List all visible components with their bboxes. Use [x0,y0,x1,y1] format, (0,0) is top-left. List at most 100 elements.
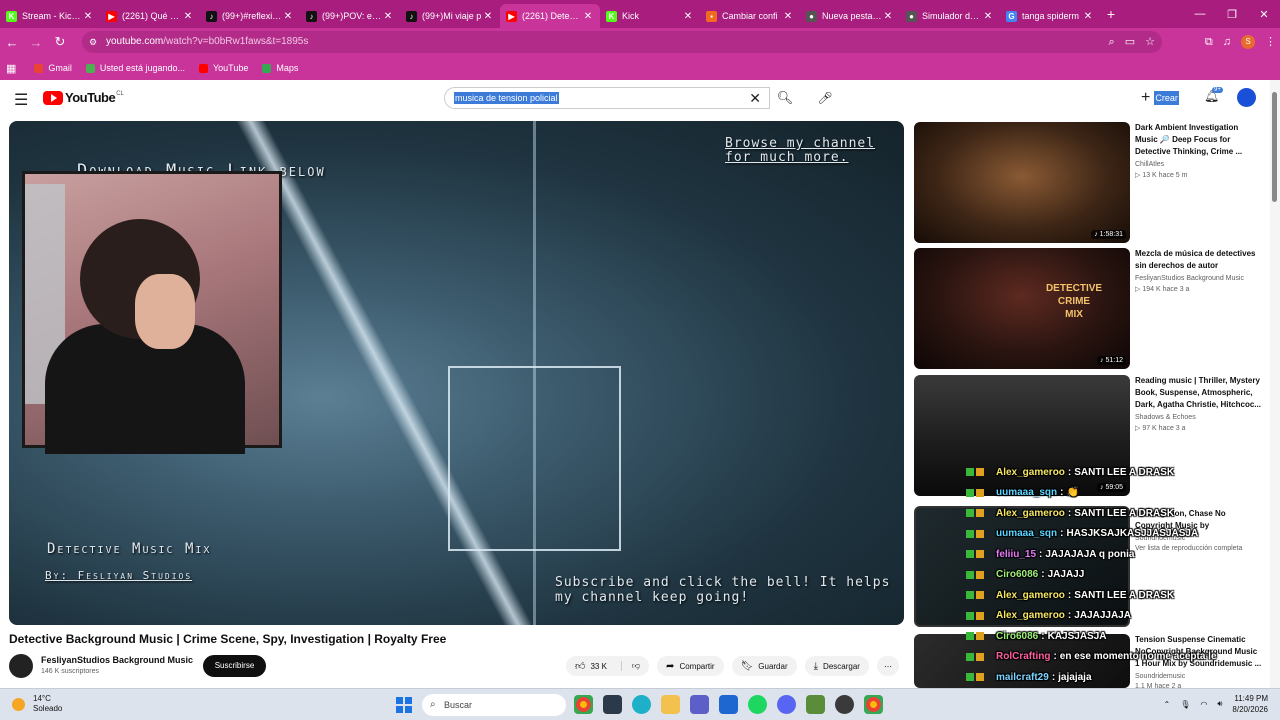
new-tab-icon[interactable]: + [1100,6,1122,22]
notifications-bell-icon[interactable]: 🔔︎ 9+ [1204,87,1223,103]
browser-tab[interactable]: ● Simulador de L ✕ [900,4,1000,28]
subscribe-button[interactable]: Suscribirse [203,655,266,677]
bookmark-star-icon[interactable]: ☆ [1145,31,1155,53]
microphone-icon[interactable]: 🎤︎ [814,87,836,109]
rec-info: Dark Ambient Investigation Music 🔎 Deep … [1135,122,1263,179]
rec-thumbnail[interactable]: DETECTIVE CRIME MIX ♪ 51:12 [914,248,1130,369]
chrome-profile-icon[interactable] [864,695,883,714]
tray-overflow-icon[interactable]: ⌃ [1164,700,1171,709]
tab-close-icon[interactable]: ✕ [82,11,94,22]
more-actions-icon[interactable]: ⋯ [876,656,899,676]
browser-tab[interactable]: ♪ (99+)Mi viaje p ✕ [400,4,500,28]
volume-icon[interactable]: 🔊︎ [1217,699,1222,709]
search-input[interactable]: musica de tension policial ✕ [444,87,770,109]
rec-channel[interactable]: ChillAtles [1135,161,1263,168]
search-button-icon[interactable]: 🔍︎ [770,87,800,109]
bookmark-item[interactable]: Gmail [34,63,72,73]
chat-text: HASJKSAJKASJJASJASJA [1066,528,1199,540]
minimize-icon[interactable]: — [1184,8,1216,20]
file-explorer-icon[interactable] [661,695,680,714]
bookmark-item[interactable]: Maps [262,63,298,73]
tab-close-icon[interactable]: ✕ [182,11,194,22]
browser-tab[interactable]: ♪ (99+)POV: entr ✕ [300,4,400,28]
taskbar-search-input[interactable]: ⌕ Buscar [422,694,566,716]
teams-icon[interactable] [690,695,709,714]
tab-close-icon[interactable]: ✕ [782,11,794,22]
subscriber-count: 146 K suscriptores [41,668,99,675]
extensions-icon[interactable]: ⧉ [1205,31,1213,53]
browser-tab[interactable]: Gtanga spiderm ✕ [1000,4,1100,28]
back-icon[interactable]: ← [0,35,24,50]
system-clock[interactable]: 11:49 PM 8/20/2026 [1232,693,1268,715]
steam-icon[interactable] [835,695,854,714]
profile-avatar[interactable]: S [1241,35,1255,49]
bookmark-item[interactable]: Usted está jugando... [85,63,185,73]
tab-title: Stream - Kick D [22,11,82,21]
windows-start-icon[interactable] [396,697,412,713]
mic-tray-icon[interactable]: 🎙︎ [1180,700,1190,709]
spotify-icon[interactable] [748,695,767,714]
browser-tab[interactable]: K Kick ✕ [600,4,700,28]
wifi-icon[interactable]: ◠ [1200,700,1207,709]
channel-avatar[interactable] [9,654,33,678]
edge-icon[interactable] [632,695,651,714]
rec-title[interactable]: Mezcla de música de detectives sin derec… [1135,248,1263,272]
tab-close-icon[interactable]: ✕ [382,11,394,22]
tab-close-icon[interactable]: ✕ [982,11,994,22]
forward-icon[interactable]: → [24,35,48,50]
thumbs-down-icon[interactable]: 👎︎ [620,661,640,671]
minecraft-icon[interactable] [806,695,825,714]
restore-icon[interactable]: ❐ [1216,8,1248,21]
bookmark-label: Maps [276,63,299,73]
tab-close-icon[interactable]: ✕ [1082,11,1094,22]
rec-title[interactable]: Reading music | Thriller, Mystery Book, … [1135,375,1263,411]
rec-channel[interactable]: FesliyanStudios Background Music [1135,275,1263,282]
browser-tab[interactable]: ♪ (99+)#reflexion ✕ [200,4,300,28]
menu-icon[interactable]: ⋮ [1265,31,1276,53]
rec-thumbnail[interactable]: ♪ 1:58:31 [914,122,1130,243]
youtube-logo[interactable]: YouTube CL [43,90,124,105]
browser-tab[interactable]: ▶ (2261) Detectiv ✕ [500,4,600,28]
hamburger-menu-icon[interactable]: ☰ [14,90,28,110]
channel-name[interactable]: FesliyanStudios Background Music [41,655,193,665]
clear-search-icon[interactable]: ✕ [749,90,761,107]
store-icon[interactable] [719,695,738,714]
url-bar[interactable]: ⚙ youtube.com/watch?v=b0bRw1faws&t=1895s [82,31,1162,53]
site-info-icon[interactable]: ⚙ [89,31,97,53]
rec-title[interactable]: Dark Ambient Investigation Music 🔎 Deep … [1135,122,1263,158]
tab-close-icon[interactable]: ✕ [482,11,494,22]
task-view-icon[interactable] [603,695,622,714]
zoom-icon[interactable]: ⌕ [1109,31,1115,53]
bookmark-item[interactable]: YouTube [198,63,248,73]
scrollbar-thumb[interactable] [1272,92,1277,202]
account-avatar[interactable] [1237,88,1256,107]
create-button[interactable]: + Crear [1141,87,1179,109]
apps-grid-icon[interactable]: ▦ [6,62,16,75]
share-icon: ➦ [666,660,675,672]
tab-favicon-icon: G [1006,10,1017,22]
rec-channel[interactable]: Shadows & Echoes [1135,414,1263,421]
browser-tab[interactable]: ● Nueva pestaña ✕ [800,4,900,28]
tab-close-icon[interactable]: ✕ [582,11,594,22]
browser-tab[interactable]: ▶ (2261) Qué Los ✕ [100,4,200,28]
tab-close-icon[interactable]: ✕ [282,11,294,22]
reload-icon[interactable]: ↻ [48,34,72,50]
browser-tab[interactable]: ▪ Cambiar confi ✕ [700,4,800,28]
discord-icon[interactable] [777,695,796,714]
tab-close-icon[interactable]: ✕ [882,11,894,22]
like-button[interactable]: 👍︎ 33 K 👎︎ [566,656,650,676]
cast-icon[interactable]: ▭ [1125,31,1135,53]
media-icon[interactable]: ♫ [1223,31,1231,53]
tab-close-icon[interactable]: ✕ [682,11,694,22]
overlay-by-text: By: Fesliyan Studios [45,569,193,582]
browser-tab-bar: K Stream - Kick D ✕ ▶ (2261) Qué Los ✕ ♪ (99+)#… [0,0,1280,28]
share-button[interactable]: ➦ Compartir [657,656,724,676]
chrome-icon[interactable] [574,695,593,714]
save-button[interactable]: 🔖︎ Guardar [731,656,797,676]
tab-favicon-icon: ● [806,10,817,22]
browser-tab[interactable]: K Stream - Kick D ✕ [0,4,100,28]
download-button[interactable]: ⤓ Descargar [804,656,869,676]
rec-info: Mezcla de música de detectives sin derec… [1135,248,1263,293]
weather-widget[interactable]: 14°C Soleado [12,694,62,714]
close-window-icon[interactable]: ✕ [1248,8,1280,21]
